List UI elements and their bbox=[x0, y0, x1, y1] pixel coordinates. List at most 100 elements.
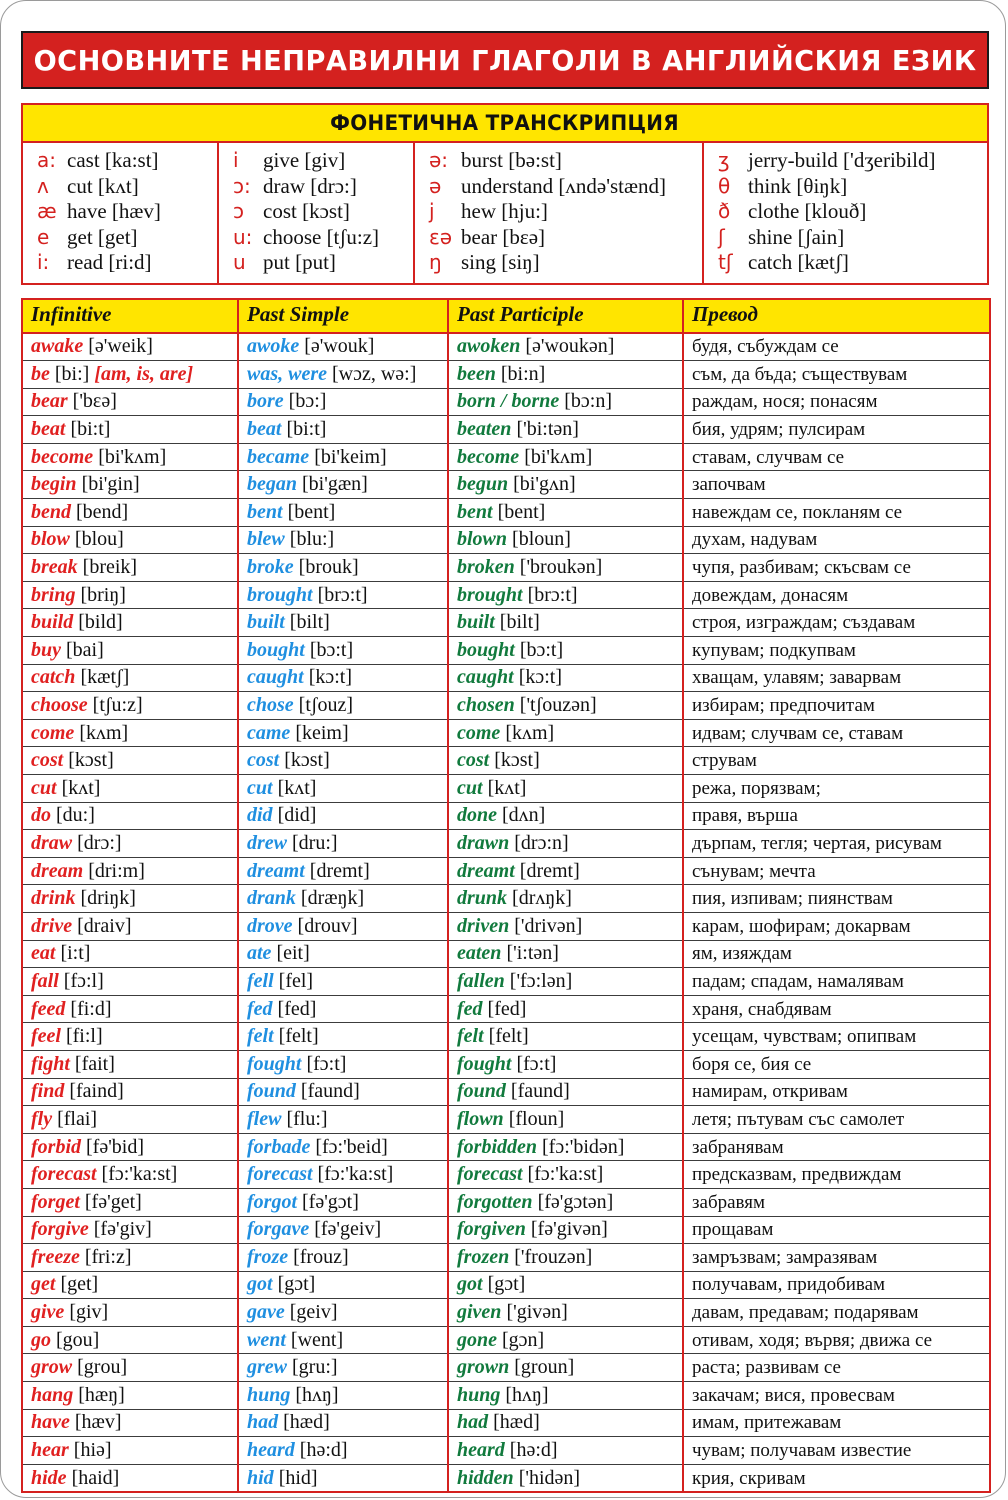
cell-infinitive: fly [flai] bbox=[22, 1105, 239, 1134]
verb-pronunciation: [geiv] bbox=[289, 1301, 338, 1324]
cell-infinitive: choose [tʃu:z] bbox=[22, 691, 239, 720]
phonetic-entry: ɔ cost [kɔst] bbox=[219, 199, 413, 225]
verb-pronunciation: [bloun] bbox=[512, 528, 571, 551]
verb-pronunciation: [fɔ:'ka:st] bbox=[101, 1163, 178, 1186]
verb-form: forecast bbox=[247, 1163, 313, 1186]
phonetic-column: i give [giv] ɔ: draw [drɔ:] ɔ cost [kɔst] u: ch… bbox=[219, 143, 415, 283]
verb-pronunciation: [gɔt] bbox=[487, 1273, 526, 1296]
cell-translation: крия, скривам bbox=[683, 1464, 990, 1493]
verb-form: brought bbox=[247, 583, 313, 606]
phonetic-example: clothe [klouð] bbox=[748, 199, 867, 223]
verb-pronunciation: [hiə] bbox=[73, 1439, 112, 1462]
verb-pronunciation: [briŋ] bbox=[80, 583, 126, 606]
table-row: find [faind] found [faund] found [faund] на… bbox=[22, 1078, 990, 1107]
verb-pronunciation: [kʌt] bbox=[61, 776, 101, 799]
verb-pronunciation: [bi'keim] bbox=[314, 445, 387, 468]
cell-past-simple: hung [hʌŋ] bbox=[238, 1381, 449, 1410]
phonetic-example: burst [bə:st] bbox=[461, 148, 562, 172]
phonetic-entry: ŋ sing [siŋ] bbox=[415, 250, 702, 276]
verb-pronunciation: [dru:] bbox=[292, 831, 338, 854]
translation-text: падам; спадам, намалявам bbox=[692, 970, 904, 992]
phonetic-symbol: e bbox=[37, 224, 50, 249]
translation-text: чувам; получавам известие bbox=[692, 1440, 912, 1462]
translation-text: раста; развивам се bbox=[692, 1357, 841, 1379]
cell-translation: ставам, случвам се bbox=[683, 443, 990, 472]
cell-past-simple: cut [kʌt] bbox=[238, 774, 449, 803]
table-row: have [hæv] had [hæd] had [hæd] имам, притеж… bbox=[22, 1409, 990, 1438]
table-row: build [bild] built [bilt] built [bilt] стро… bbox=[22, 608, 990, 638]
verb-form: grown bbox=[457, 1356, 510, 1379]
column-header-infinitive: Infinitive bbox=[22, 298, 239, 334]
cell-infinitive: be [bi:] [am, is, are] bbox=[22, 360, 239, 389]
cell-infinitive: have [hæv] bbox=[22, 1409, 239, 1438]
cell-infinitive: draw [drɔ:] bbox=[22, 829, 239, 858]
verb-pronunciation: ['broukən] bbox=[519, 556, 603, 579]
verb-form: cost bbox=[247, 749, 280, 772]
cell-infinitive: cut [kʌt] bbox=[22, 774, 239, 803]
verb-pronunciation: [fə'gɔtən] bbox=[537, 1190, 614, 1213]
verb-pronunciation: [tʃu:z] bbox=[92, 694, 143, 717]
page-title: ОСНОВНИТЕ НЕПРАВИЛНИ ГЛАГОЛИ В АНГЛИЙСКИ… bbox=[33, 43, 977, 77]
phonetic-example: draw [drɔ:] bbox=[263, 173, 357, 198]
phonetic-symbol: j bbox=[429, 199, 435, 223]
verb-form: was, were bbox=[247, 362, 327, 385]
cell-translation: ям, изяждам bbox=[683, 940, 990, 969]
translation-text: съм, да бъда; съществувам bbox=[692, 363, 908, 385]
column-header-past-participle: Past Participle bbox=[448, 298, 684, 334]
cell-translation: падам; спадам, намалявам bbox=[683, 967, 990, 996]
verb-form: had bbox=[247, 1411, 279, 1434]
verb-pronunciation: [bi:] bbox=[54, 362, 90, 385]
verb-form: cost bbox=[457, 749, 490, 772]
verb-pronunciation: [kʌt] bbox=[487, 776, 527, 799]
cell-past-simple: got [gɔt] bbox=[238, 1271, 449, 1300]
verb-form: driven bbox=[457, 914, 510, 937]
verb-pronunciation: [du:] bbox=[56, 804, 95, 827]
verb-pronunciation: [hid] bbox=[278, 1466, 318, 1489]
table-row: come [kʌm] came [keim] come [kʌm] идвам; сл… bbox=[22, 719, 990, 748]
phonetic-column: a: cast [ka:st] ʌ cut [kʌt] æ have [hæv] e get … bbox=[23, 143, 219, 283]
verb-pronunciation: [gru:] bbox=[292, 1356, 338, 1379]
table-row: drink [driŋk] drank [dræŋk] drunk [drʌŋk] п… bbox=[22, 884, 990, 913]
phonetic-example: cost [kɔst] bbox=[263, 199, 350, 223]
cell-translation: храня, снабдявам bbox=[683, 995, 990, 1024]
cell-translation: избирам; предпочитам bbox=[683, 691, 990, 720]
cell-past-simple: beat [bi:t] bbox=[238, 415, 449, 444]
verb-pronunciation: [bilt] bbox=[289, 611, 330, 634]
translation-text: навеждам се, покланям се bbox=[692, 501, 903, 523]
verb-pronunciation: [fə'givən] bbox=[530, 1218, 608, 1241]
cell-past-simple: drew [dru:] bbox=[238, 829, 449, 858]
cell-past-simple: was, were [wɔz, wə:] bbox=[238, 360, 449, 389]
phonetic-entry: i give [giv] bbox=[219, 148, 413, 174]
translation-text: раждам, нося; понасям bbox=[692, 391, 878, 413]
translation-text: струвам bbox=[692, 750, 757, 772]
verb-pronunciation: ['fɔ:lən] bbox=[509, 969, 573, 992]
verb-pronunciation: [brɔ:t] bbox=[527, 583, 578, 606]
cell-past-participle: born / borne [bɔ:n] bbox=[448, 388, 684, 417]
verb-pronunciation: [fɔ:l] bbox=[63, 969, 104, 992]
cell-past-participle: heard [hə:d] bbox=[448, 1436, 684, 1465]
verb-form: hear bbox=[31, 1439, 69, 1462]
verb-pronunciation: ['bεə] bbox=[72, 390, 117, 413]
verb-form: drunk bbox=[457, 887, 508, 910]
cell-translation: режа, порязвам; bbox=[683, 774, 990, 803]
cell-past-participle: caught [kɔ:t] bbox=[448, 664, 684, 693]
translation-text: довеждам, донасям bbox=[692, 584, 849, 606]
translation-text: ставам, случвам се bbox=[692, 446, 845, 468]
cell-past-simple: gave [geiv] bbox=[238, 1298, 449, 1327]
verb-pronunciation: [faund] bbox=[300, 1080, 360, 1103]
cell-translation: дърпам, тегля; чертая, рисувам bbox=[683, 829, 990, 858]
table-row: forget [fə'get] forgot [fə'gɔt] forgotten … bbox=[22, 1188, 990, 1217]
translation-text: крия, скривам bbox=[692, 1467, 806, 1489]
cell-past-participle: forgotten [fə'gɔtən] bbox=[448, 1188, 684, 1217]
cell-past-participle: hidden ['hidən] bbox=[448, 1464, 684, 1493]
verb-form: bent bbox=[247, 500, 283, 523]
verb-pronunciation: [faind] bbox=[69, 1080, 124, 1103]
verb-pronunciation: [fə'bid] bbox=[86, 1135, 145, 1158]
table-row: hang [hæŋ] hung [hʌŋ] hung [hʌŋ] закачам; в… bbox=[22, 1381, 990, 1410]
translation-text: сънувам; мечта bbox=[692, 860, 816, 882]
cell-translation: давам, предавам; подарявам bbox=[683, 1298, 990, 1327]
cell-past-participle: flown [floun] bbox=[448, 1105, 684, 1134]
table-row: choose [tʃu:z] chose [tʃouz] chosen ['tʃou… bbox=[22, 691, 990, 720]
verb-form: begun bbox=[457, 473, 509, 496]
phonetic-example: have [hæv] bbox=[67, 199, 161, 223]
